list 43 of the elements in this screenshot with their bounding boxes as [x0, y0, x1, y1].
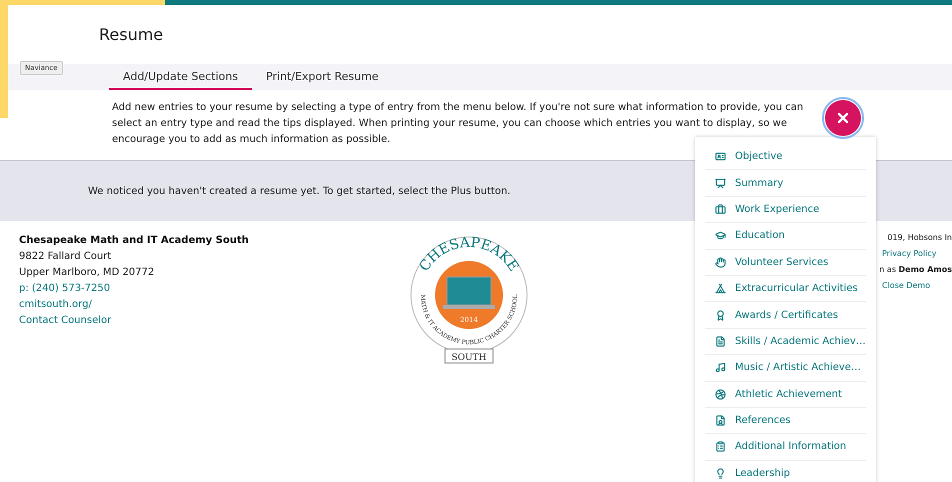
- tab[interactable]: Print/Export Resume: [252, 64, 393, 90]
- menu-item[interactable]: Objective: [705, 144, 866, 170]
- menu-item[interactable]: Work Experience: [705, 196, 866, 224]
- address-line: Upper Marlboro, MD 20772: [19, 266, 156, 280]
- menu-item[interactable]: Awards / Certificates: [705, 302, 866, 329]
- award-icon: [715, 310, 726, 321]
- tab[interactable]: Add/Update Sections: [109, 64, 252, 90]
- menu-item[interactable]: Leadership: [705, 460, 866, 482]
- clipboard-icon: [715, 441, 726, 452]
- footer-link[interactable]: Privacy Policy: [882, 246, 937, 262]
- document-icon: [715, 336, 726, 347]
- footer-link[interactable]: cmitsouth.org/: [19, 297, 92, 313]
- notice-text: We noticed you haven't created a resume yet. To get started, select the Plus button.: [88, 186, 510, 196]
- close-icon: [835, 110, 851, 126]
- menu-item[interactable]: Skills / Academic Achiev…: [705, 328, 866, 356]
- intro-paragraph: Add new entries to your resume by selecting a type of entry from the menu below. If you're not sure what information to provide, you can select an entry type and read the tips displayed. When printing your resume, you can choose which entries you want to display, so we encourage you to add as much information as possible.: [112, 101, 804, 147]
- menu-item[interactable]: Athletic Achievement: [705, 382, 866, 408]
- tent-icon: [715, 283, 726, 294]
- menu-item[interactable]: Music / Artistic Achieve…: [705, 355, 866, 382]
- footer-text: n as Demo Amos: [879, 264, 952, 276]
- footer-link[interactable]: Contact Counselor: [19, 313, 112, 329]
- menu-item[interactable]: References: [705, 408, 866, 434]
- menu-item[interactable]: Summary: [705, 170, 866, 197]
- menu-item[interactable]: Education: [705, 223, 866, 250]
- user-document-icon: [715, 415, 726, 426]
- address-line: 9822 Fallard Court: [19, 250, 112, 264]
- menu-item[interactable]: Volunteer Services: [705, 250, 866, 276]
- close-button[interactable]: [825, 100, 861, 136]
- lightbulb-icon: [715, 468, 726, 479]
- page-title: Resume: [99, 25, 164, 44]
- presentation-icon: [715, 178, 726, 189]
- hand-icon: [715, 256, 726, 268]
- school-name: Chesapeake Math and IT Academy South: [19, 234, 250, 248]
- music-icon: [715, 362, 726, 374]
- footer-link[interactable]: Close Demo: [882, 278, 930, 294]
- footer-text: 019, Hobsons In: [887, 232, 952, 244]
- graduation-cap-icon: [715, 230, 726, 242]
- ball-icon: [715, 388, 726, 400]
- menu-item[interactable]: Extracurricular Activities: [705, 276, 866, 302]
- id-card-icon: [715, 151, 726, 162]
- briefcase-icon: [715, 204, 726, 215]
- menu-item[interactable]: Additional Information: [705, 434, 866, 461]
- footer-link[interactable]: p: (240) 573-7250: [19, 281, 110, 297]
